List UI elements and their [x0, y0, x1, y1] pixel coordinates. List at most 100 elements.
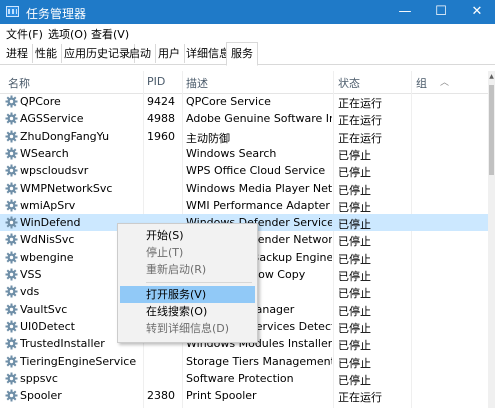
service-description: 主动防御 — [186, 131, 230, 145]
tab-startup[interactable]: 启动 — [125, 44, 156, 63]
table-row[interactable]: QPCore 9424 QPCore Service 正在运行 — [0, 93, 488, 110]
table-row[interactable]: Spooler 2380 Print Spooler 正在运行 — [0, 387, 488, 404]
tab-services[interactable]: 服务 — [226, 42, 258, 66]
service-name: wmiApSrv — [20, 198, 76, 212]
gear-icon — [5, 130, 18, 143]
service-name: WSearch — [20, 146, 69, 160]
gear-icon — [5, 268, 18, 281]
menu-file[interactable]: 文件(F) — [6, 26, 43, 42]
minimize-button[interactable]: — — [387, 0, 423, 24]
gear-icon — [5, 216, 18, 229]
service-name: AGSService — [20, 112, 84, 126]
window-title: 任务管理器 — [26, 7, 87, 21]
tab-app-history[interactable]: 应用历史记录 — [60, 44, 135, 63]
tab-bar: 进程 性能 应用历史记录 启动 用户 详细信息 服务 — [0, 42, 495, 66]
service-status: 已停止 — [338, 252, 371, 266]
service-name: sppsvc — [20, 371, 58, 385]
gear-icon — [5, 303, 18, 316]
service-status: 已停止 — [338, 200, 371, 214]
column-header: 名称 PID 描述 状态 组 ︿ — [0, 71, 488, 94]
service-description: Software Protection — [186, 371, 294, 385]
service-status: 正在运行 — [338, 131, 382, 145]
service-pid: 4988 — [147, 112, 175, 126]
service-name: Spooler — [20, 389, 62, 403]
menu-view[interactable]: 查看(V) — [91, 26, 129, 42]
table-row[interactable]: wpscloudsvr WPS Office Cloud Service 已停止 — [0, 162, 488, 179]
service-status: 正在运行 — [338, 114, 382, 128]
table-row[interactable]: wmiApSrv WMI Performance Adapter 已停止 — [0, 197, 488, 214]
service-status: 已停止 — [338, 235, 371, 249]
gear-icon — [5, 147, 18, 160]
service-description: Windows Media Player Netw… — [186, 181, 332, 195]
gear-icon — [5, 389, 18, 402]
sort-arrow-icon: ︿ — [440, 78, 450, 88]
column-status[interactable]: 状态 — [338, 75, 360, 91]
gear-icon — [5, 182, 18, 195]
scroll-up-icon[interactable]: ▲ — [488, 73, 495, 80]
column-pid[interactable]: PID — [147, 75, 165, 88]
column-name[interactable]: 名称 — [8, 75, 30, 91]
tab-performance[interactable]: 性能 — [31, 44, 62, 63]
service-description: Storage Tiers Management — [186, 354, 332, 368]
menu-bar: 文件(F) 选项(O) 查看(V) — [0, 24, 495, 42]
service-status: 正在运行 — [338, 97, 382, 110]
vertical-scrollbar[interactable]: ▲ — [488, 71, 495, 408]
gear-icon — [5, 95, 18, 108]
gear-icon — [5, 251, 18, 264]
scrollbar-thumb[interactable] — [489, 85, 494, 175]
table-row[interactable]: TieringEngineService Storage Tiers Manage… — [0, 353, 488, 370]
gear-icon — [5, 285, 18, 298]
title-bar: 任务管理器 — ☐ ✕ — [0, 0, 495, 24]
table-row[interactable]: ZhuDongFangYu 1960 主动防御 正在运行 — [0, 128, 488, 145]
service-description: Print Spooler — [186, 389, 257, 403]
gear-icon — [5, 372, 18, 385]
close-button[interactable]: ✕ — [459, 0, 495, 24]
service-status: 正在运行 — [338, 391, 382, 405]
service-name: WMPNetworkSvc — [20, 181, 113, 195]
menu-item-go-to-details[interactable]: 转到详细信息(D) — [120, 320, 255, 337]
service-pid: 1960 — [147, 129, 175, 143]
service-name: ZhuDongFangYu — [20, 129, 110, 143]
menu-item-start[interactable]: 开始(S) — [120, 227, 255, 244]
service-status: 已停止 — [338, 373, 371, 387]
service-name: QPCore — [20, 95, 61, 108]
menu-item-stop[interactable]: 停止(T) — [120, 244, 255, 261]
gear-icon — [5, 112, 18, 125]
tab-processes[interactable]: 进程 — [2, 44, 33, 63]
menu-options[interactable]: 选项(O) — [48, 26, 87, 42]
maximize-button[interactable]: ☐ — [423, 0, 459, 24]
service-description: WMI Performance Adapter — [186, 198, 330, 212]
table-row[interactable]: WSearch Windows Search 已停止 — [0, 145, 488, 162]
gear-icon — [5, 337, 18, 350]
tab-users[interactable]: 用户 — [154, 44, 185, 63]
column-group[interactable]: 组 — [416, 75, 427, 91]
menu-item-search-online[interactable]: 在线搜索(O) — [120, 303, 255, 320]
column-description[interactable]: 描述 — [186, 75, 208, 91]
service-status: 已停止 — [338, 356, 371, 370]
service-status: 已停止 — [338, 270, 371, 283]
service-status: 已停止 — [338, 321, 371, 335]
gear-icon — [5, 233, 18, 246]
service-status: 已停止 — [338, 218, 371, 232]
service-description: Windows Search — [186, 146, 277, 160]
service-name: wpscloudsvr — [20, 164, 89, 178]
table-row[interactable]: WMPNetworkSvc Windows Media Player Netw… 已… — [0, 180, 488, 197]
context-menu: 开始(S) 停止(T) 重新启动(R) 打开服务(V) 在线搜索(O) 转到详细… — [117, 223, 258, 343]
table-row[interactable]: AGSService 4988 Adobe Genuine Software Int… — [0, 110, 488, 127]
service-status: 已停止 — [338, 183, 371, 197]
service-status: 已停止 — [338, 287, 371, 301]
gear-icon — [5, 355, 18, 368]
menu-item-restart[interactable]: 重新启动(R) — [120, 261, 255, 278]
gear-icon — [5, 164, 18, 177]
service-pid: 2380 — [147, 389, 175, 403]
service-description: Adobe Genuine Software Inte… — [186, 112, 332, 126]
service-status: 已停止 — [338, 148, 371, 162]
table-row[interactable]: sppsvc Software Protection 已停止 — [0, 370, 488, 387]
service-status: 已停止 — [338, 304, 371, 318]
task-manager-icon — [6, 6, 19, 17]
service-status: 已停止 — [338, 166, 371, 180]
service-description: WPS Office Cloud Service — [186, 164, 326, 178]
service-pid: 9424 — [147, 95, 175, 108]
service-description: QPCore Service — [186, 95, 271, 108]
menu-item-open-services[interactable]: 打开服务(V) — [120, 286, 255, 303]
